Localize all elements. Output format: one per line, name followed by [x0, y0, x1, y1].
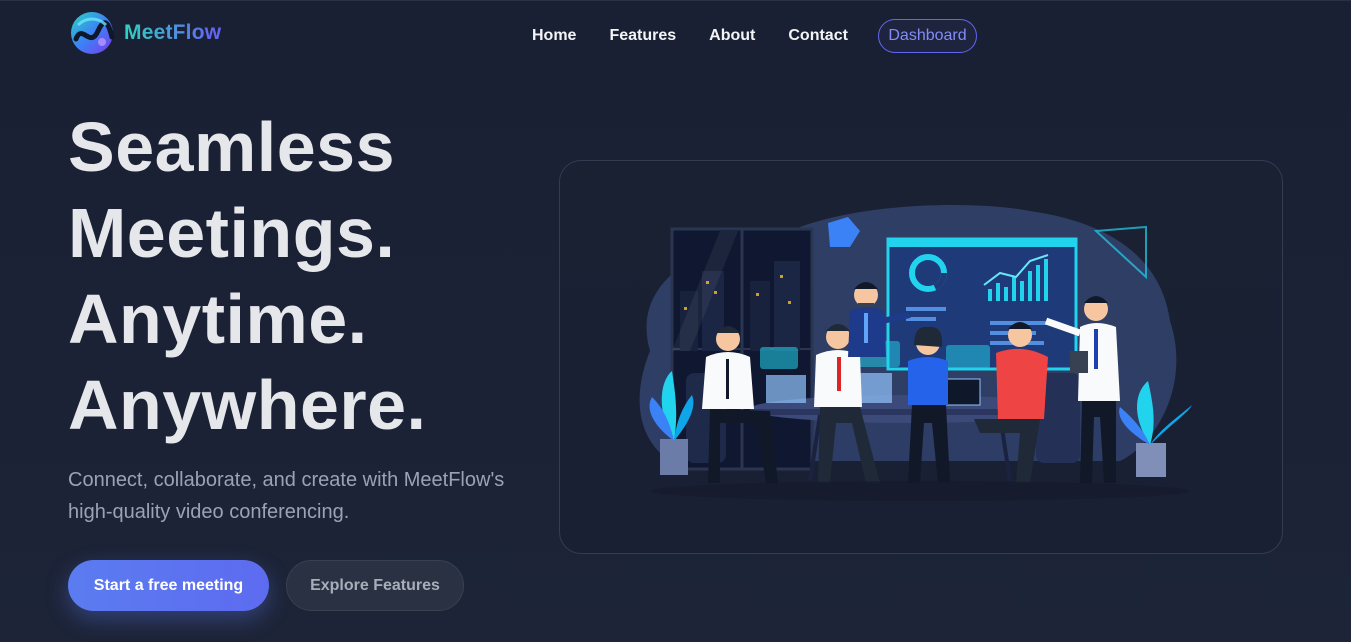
nav-home[interactable]: Home [532, 19, 576, 53]
team-meeting-illustration [639, 205, 1192, 501]
nav-about[interactable]: About [709, 19, 755, 53]
start-meeting-button[interactable]: Start a free meeting [68, 560, 269, 611]
brand-logo[interactable]: MeetFlow [68, 9, 221, 57]
explore-features-button[interactable]: Explore Features [286, 560, 464, 611]
hero-title-line: Seamless [68, 108, 396, 186]
meetflow-logo-icon [68, 9, 116, 57]
nav-contact[interactable]: Contact [788, 19, 848, 53]
hero-subtitle: Connect, collaborate, and create with Me… [68, 469, 505, 523]
main-nav: Home Features About Contact [532, 19, 881, 53]
dashboard-button[interactable]: Dashboard [878, 19, 977, 53]
hero-title-line: Anytime. [68, 280, 368, 358]
hero-title: Seamless Meetings. Anytime. Anywhere. [68, 104, 427, 448]
nav-features[interactable]: Features [609, 19, 676, 53]
hero-title-line: Anywhere. [68, 366, 427, 444]
brand-name: MeetFlow [124, 21, 222, 44]
top-border [0, 0, 1351, 1]
hero-title-line: Meetings. [68, 194, 396, 272]
illustration-card [559, 160, 1283, 554]
